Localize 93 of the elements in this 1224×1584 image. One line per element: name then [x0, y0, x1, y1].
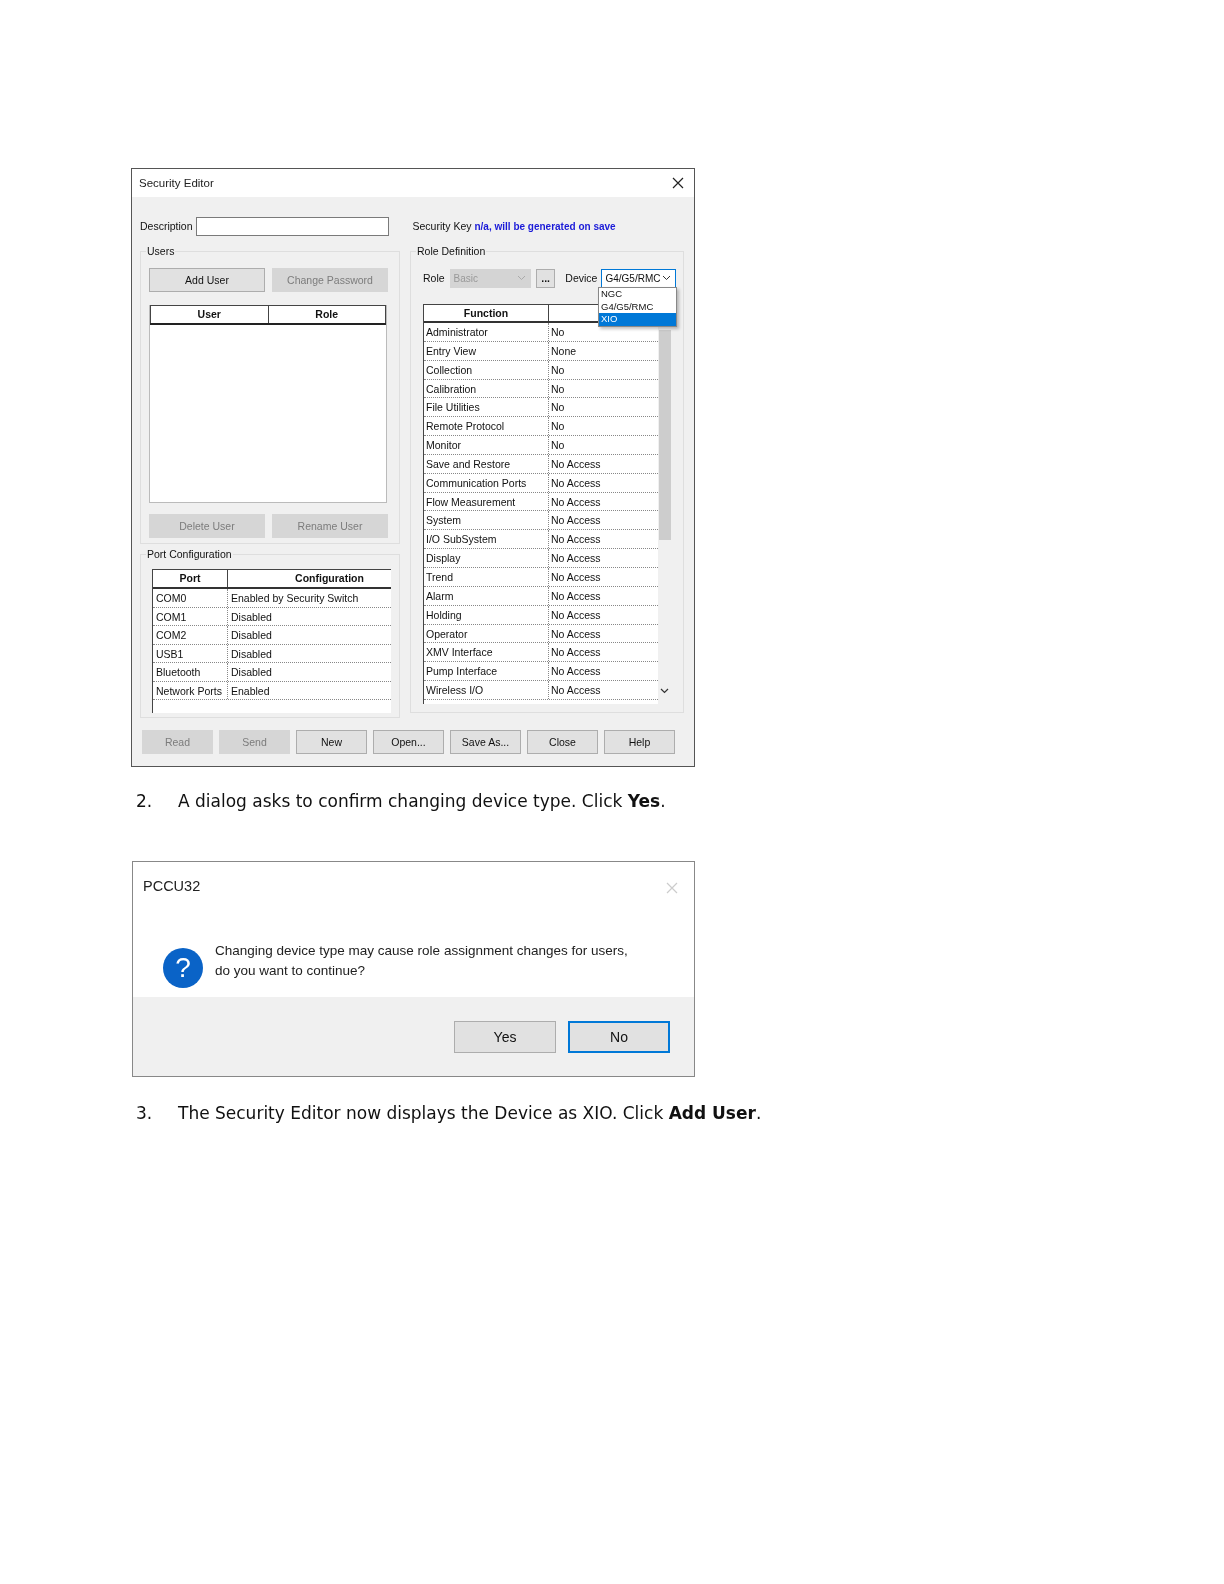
- description-label: Description: [140, 220, 193, 232]
- table-cell-text: No Access: [550, 551, 601, 567]
- table-cell: Trend: [424, 567, 549, 586]
- table-cell: Pump Interface: [424, 662, 549, 681]
- table-cell-text: No Access: [550, 664, 601, 680]
- scrollbar-thumb[interactable]: [659, 330, 671, 540]
- table-cell: I/O SubSystem: [424, 530, 549, 549]
- table-cell: USB1: [153, 644, 228, 662]
- table-cell-text: Enabled by Security Switch: [230, 591, 359, 606]
- dialog-message: do you want to continue?: [215, 961, 367, 980]
- table-cell-text: Disabled: [230, 609, 272, 625]
- dropdown-option[interactable]: G4/G5/RMC: [599, 300, 676, 313]
- table-cell: Save and Restore: [424, 454, 549, 473]
- device-label: Device: [565, 272, 598, 284]
- column-header[interactable]: Function: [424, 305, 549, 321]
- group-title: Port Configuration: [146, 548, 233, 560]
- description-field[interactable]: [195, 216, 389, 236]
- dropdown-option[interactable]: NGC: [599, 288, 676, 301]
- group-title: Users: [146, 245, 176, 257]
- question-icon: ?: [163, 947, 203, 988]
- table-cell: Flow Measurement: [424, 492, 549, 511]
- table-cell-text: No Access: [550, 494, 601, 510]
- table-cell: XMV Interface: [424, 643, 549, 662]
- dialog-button[interactable]: Help: [604, 730, 675, 754]
- security-key-value: n/a, will be generated on save: [474, 220, 616, 232]
- table-cell: Collection: [424, 360, 549, 379]
- table-cell-text: No Access: [550, 626, 601, 642]
- step-number: 3.: [135, 1103, 154, 1123]
- table-cell: Wireless I/O: [424, 681, 549, 699]
- table-cell-text: No Access: [550, 513, 601, 529]
- dropdown-option[interactable]: XIO: [599, 313, 676, 326]
- table-cell: Entry View: [424, 341, 549, 360]
- table-cell-text: No: [550, 325, 565, 340]
- dialog-button[interactable]: New: [296, 730, 367, 754]
- table-cell-text: Disabled: [230, 628, 272, 643]
- table-cell-text: No Access: [550, 532, 601, 548]
- table-cell: Network Ports: [153, 681, 228, 699]
- table-cell-text: No: [550, 362, 565, 378]
- table-cell: Bluetooth: [153, 663, 228, 681]
- table-cell-text: Enabled: [230, 683, 270, 699]
- browse-button[interactable]: ...: [535, 268, 556, 288]
- column-header[interactable]: Port: [153, 570, 228, 587]
- user-action-button[interactable]: Add User: [149, 268, 265, 292]
- table-cell-text: No: [550, 438, 565, 454]
- table-cell-text: No Access: [550, 645, 601, 661]
- column-header[interactable]: Role: [268, 306, 386, 323]
- step-number: 2.: [135, 791, 154, 811]
- role-label: Role: [423, 272, 445, 284]
- table-cell: File Utilities: [424, 398, 549, 417]
- table-cell-text: No Access: [550, 569, 601, 585]
- column-header[interactable]: User: [150, 306, 269, 323]
- table-cell-text: No: [550, 419, 565, 435]
- table-cell: Remote Protocol: [424, 417, 549, 436]
- table-cell-text: No Access: [550, 588, 601, 604]
- table-cell: System: [424, 511, 549, 530]
- table-cell-text: No: [550, 381, 565, 397]
- table-cell-text: Disabled: [230, 665, 272, 680]
- step-text: The Security Editor now displays the Device as XIO. Click Add User.: [178, 1103, 762, 1123]
- table-cell-text: Disabled: [230, 646, 272, 662]
- table-cell: Display: [424, 549, 549, 567]
- table-cell: Administrator: [424, 323, 549, 341]
- table-cell: COM0: [153, 589, 228, 607]
- dialog-message: Changing device type may cause role assignment changes for users,: [215, 941, 628, 960]
- table-cell: COM2: [153, 626, 228, 644]
- table-cell-text: No: [550, 400, 565, 416]
- table-cell: Alarm: [424, 586, 549, 605]
- chevron-down-icon: [662, 275, 671, 281]
- chevron-down-icon[interactable]: [660, 688, 669, 694]
- dialog-title: PCCU32: [143, 878, 201, 894]
- table-cell: Communication Ports: [424, 473, 549, 492]
- table-cell-text: No Access: [550, 456, 601, 472]
- table-cell-text: No Access: [550, 683, 601, 699]
- table-cell: Operator: [424, 624, 549, 643]
- dialog-button[interactable]: Yes: [454, 1020, 556, 1053]
- group-title: Role Definition: [416, 245, 487, 257]
- table-cell: COM1: [153, 607, 228, 625]
- close-icon[interactable]: [672, 177, 684, 189]
- dialog-button[interactable]: Close: [527, 730, 598, 754]
- chevron-down-icon: [516, 275, 526, 281]
- table-cell-text: No Access: [550, 607, 601, 623]
- device-dropdown[interactable]: G4/G5/RMC: [601, 268, 676, 288]
- table-cell-text: No Access: [550, 475, 601, 491]
- dialog-button[interactable]: No: [568, 1020, 670, 1053]
- table-cell: Holding: [424, 605, 549, 624]
- dialog-button[interactable]: Open...: [373, 730, 444, 754]
- table-cell: Calibration: [424, 379, 549, 398]
- dialog-button[interactable]: Save As...: [450, 730, 521, 754]
- step-text: A dialog asks to confirm changing device type. Click Yes.: [178, 791, 666, 811]
- security-key-label: Security Key: [412, 220, 472, 232]
- column-header[interactable]: Configuration: [228, 570, 391, 587]
- window-title: Security Editor: [139, 177, 214, 189]
- table-cell: Monitor: [424, 436, 549, 454]
- table-cell-text: None: [550, 343, 577, 359]
